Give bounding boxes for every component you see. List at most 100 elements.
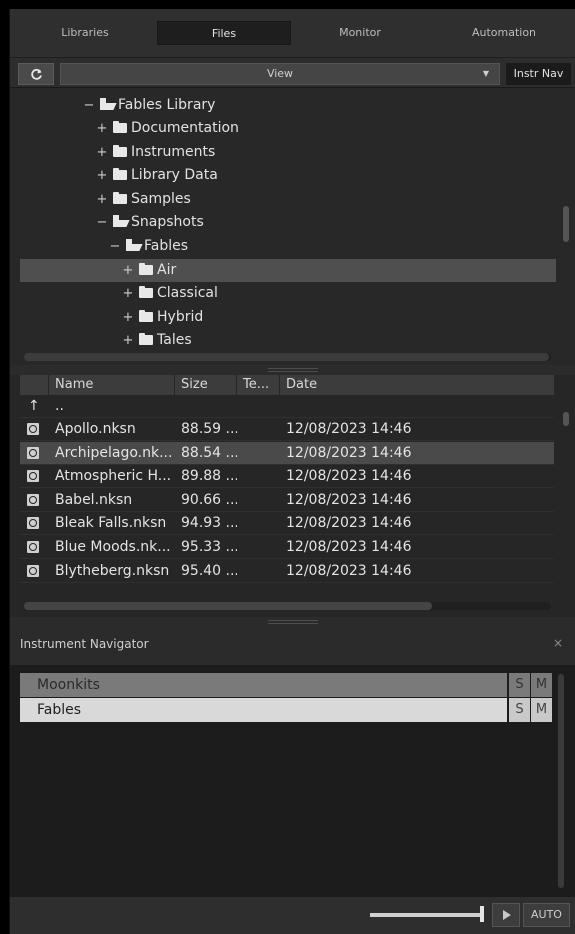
file-date: 12/08/2023 14:46 bbox=[286, 515, 412, 531]
files-vertical-scrollbar[interactable] bbox=[563, 412, 569, 426]
tab-automation[interactable]: Automation bbox=[435, 21, 573, 45]
up-arrow-icon: ↑ bbox=[28, 398, 40, 414]
tree-item-label: Samples bbox=[131, 191, 191, 207]
expand-icon[interactable]: + bbox=[96, 164, 108, 187]
file-row[interactable]: Atmospheric H... 89.88 ... 12/08/2023 14… bbox=[20, 465, 554, 488]
play-button[interactable] bbox=[492, 903, 520, 927]
tree-item-label: Air bbox=[157, 262, 177, 278]
column-header-date[interactable]: Date bbox=[280, 375, 554, 395]
parent-directory-label: .. bbox=[55, 398, 64, 414]
file-date: 12/08/2023 14:46 bbox=[286, 468, 412, 484]
volume-slider-handle[interactable] bbox=[480, 906, 484, 922]
tree-item-label: Fables bbox=[144, 238, 189, 254]
file-row[interactable]: Blue Moods.nk... 95.33 ... 12/08/2023 14… bbox=[20, 536, 554, 559]
snapshot-file-icon bbox=[27, 470, 39, 482]
folder-open-icon bbox=[126, 239, 140, 251]
file-row[interactable]: Archipelago.nk... 88.54 ... 12/08/2023 1… bbox=[20, 442, 554, 465]
tree-item-air[interactable]: + Air bbox=[20, 259, 556, 282]
parent-directory-row[interactable]: ↑ .. bbox=[20, 395, 554, 418]
expand-icon[interactable]: + bbox=[96, 188, 108, 211]
file-size: 94.93 ... bbox=[181, 515, 237, 531]
tab-files[interactable]: Files bbox=[157, 21, 291, 45]
tree-item-label: Fables Library bbox=[118, 97, 216, 113]
folder-icon bbox=[113, 192, 127, 204]
view-label: View bbox=[266, 67, 294, 80]
column-header-type[interactable]: Te... bbox=[237, 375, 280, 395]
close-icon[interactable]: × bbox=[553, 636, 563, 650]
folder-tree: − Fables Library + Documentation + Instrume… bbox=[10, 87, 575, 367]
mute-button[interactable]: M bbox=[531, 698, 552, 722]
tree-item-samples[interactable]: + Samples bbox=[10, 188, 556, 211]
tab-monitor[interactable]: Monitor bbox=[295, 21, 425, 45]
file-size: 95.40 ... bbox=[181, 563, 237, 579]
file-name: Blytheberg.nksn bbox=[55, 563, 170, 579]
navigator-item-label: Fables bbox=[20, 698, 507, 722]
expand-icon[interactable]: + bbox=[96, 117, 108, 140]
splitter-grip bbox=[268, 368, 318, 372]
tree-item-instruments[interactable]: + Instruments bbox=[10, 141, 556, 164]
file-date: 12/08/2023 14:46 bbox=[286, 445, 412, 461]
tree-item-hybrid[interactable]: + Hybrid bbox=[10, 306, 556, 329]
expand-icon[interactable]: + bbox=[96, 141, 108, 164]
file-date: 12/08/2023 14:46 bbox=[286, 539, 412, 555]
tree-item-fables[interactable]: − Fables bbox=[10, 235, 556, 258]
volume-slider-track[interactable] bbox=[370, 913, 480, 917]
navigator-item-moonkits[interactable]: Moonkits S M bbox=[20, 673, 553, 697]
file-date: 12/08/2023 14:46 bbox=[286, 563, 412, 579]
mute-button[interactable]: M bbox=[531, 673, 552, 697]
tree-files-splitter[interactable] bbox=[10, 365, 575, 375]
tree-item-label: Instruments bbox=[131, 144, 216, 160]
file-name: Babel.nksn bbox=[55, 492, 133, 508]
tree-item-classical[interactable]: + Classical bbox=[10, 282, 556, 305]
folder-icon bbox=[139, 310, 153, 322]
collapse-icon[interactable]: − bbox=[83, 94, 95, 117]
solo-button[interactable]: S bbox=[509, 673, 530, 697]
snapshot-file-icon bbox=[27, 541, 39, 553]
expand-icon[interactable]: + bbox=[122, 282, 134, 305]
files-horizontal-scrollbar[interactable] bbox=[24, 602, 432, 610]
expand-icon[interactable]: + bbox=[122, 306, 134, 329]
file-row[interactable]: Blytheberg.nksn 95.40 ... 12/08/2023 14:… bbox=[20, 560, 554, 583]
browser-panel: Libraries Files Monitor Automation View … bbox=[9, 9, 575, 934]
snapshot-file-icon bbox=[27, 517, 39, 529]
file-name: Atmospheric H... bbox=[55, 468, 172, 484]
collapse-icon[interactable]: − bbox=[109, 235, 121, 258]
navigator-item-fables[interactable]: Fables S M bbox=[20, 698, 553, 722]
solo-button[interactable]: S bbox=[509, 698, 530, 722]
refresh-button[interactable] bbox=[18, 63, 54, 85]
file-date: 12/08/2023 14:46 bbox=[286, 421, 412, 437]
tab-libraries[interactable]: Libraries bbox=[20, 21, 150, 45]
files-navigator-splitter[interactable] bbox=[10, 617, 575, 627]
tree-item-snapshots[interactable]: − Snapshots bbox=[10, 211, 556, 234]
instr-nav-button[interactable]: Instr Nav bbox=[506, 63, 571, 85]
snapshot-file-icon bbox=[27, 565, 39, 577]
chevron-down-icon: ▼ bbox=[482, 69, 489, 78]
file-name: Bleak Falls.nksn bbox=[55, 515, 167, 531]
auto-button[interactable]: AUTO bbox=[523, 903, 570, 927]
tree-item-documentation[interactable]: + Documentation bbox=[10, 117, 556, 140]
expand-icon[interactable]: + bbox=[122, 259, 134, 282]
file-row[interactable]: Bleak Falls.nksn 94.93 ... 12/08/2023 14… bbox=[20, 512, 554, 535]
tree-item-tales[interactable]: + Tales bbox=[10, 329, 556, 352]
bottom-bar: AUTO bbox=[10, 897, 575, 934]
tree-item-label: Snapshots bbox=[131, 214, 204, 230]
snapshot-file-icon bbox=[27, 447, 39, 459]
folder-icon bbox=[139, 263, 153, 275]
view-dropdown[interactable]: View ▼ bbox=[60, 63, 500, 85]
column-header-icon bbox=[20, 375, 49, 395]
expand-icon[interactable]: + bbox=[122, 329, 134, 352]
column-header-name[interactable]: Name bbox=[49, 375, 175, 395]
tree-horizontal-scrollbar[interactable] bbox=[24, 353, 549, 361]
file-row[interactable]: Apollo.nksn 88.59 ... 12/08/2023 14:46 bbox=[20, 418, 554, 441]
file-row[interactable]: Babel.nksn 90.66 ... 12/08/2023 14:46 bbox=[20, 489, 554, 512]
tree-item-library-data[interactable]: + Library Data bbox=[10, 164, 556, 187]
snapshot-file-icon bbox=[27, 494, 39, 506]
folder-icon bbox=[139, 286, 153, 298]
tree-item-fables-library[interactable]: − Fables Library bbox=[10, 94, 556, 117]
column-header-size[interactable]: Size bbox=[175, 375, 237, 395]
file-size: 88.59 ... bbox=[181, 421, 237, 437]
tree-vertical-scrollbar[interactable] bbox=[563, 206, 569, 242]
tree-item-label: Library Data bbox=[131, 167, 218, 183]
collapse-icon[interactable]: − bbox=[96, 211, 108, 234]
navigator-vertical-scrollbar[interactable] bbox=[558, 674, 564, 888]
